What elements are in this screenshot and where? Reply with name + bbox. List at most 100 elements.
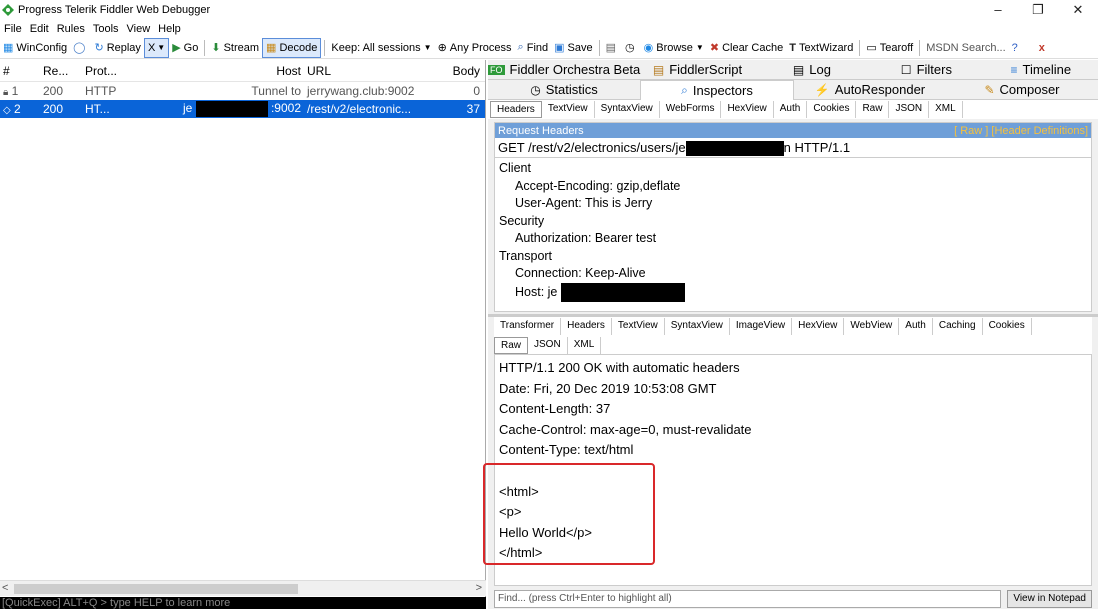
column-number[interactable]: # — [0, 64, 40, 78]
tab-autoresponder[interactable]: ⚡ AutoResponder — [794, 80, 946, 100]
resp-tab-cookies[interactable]: Cookies — [983, 318, 1032, 335]
any-process-button[interactable]: ⊕ Any Process — [435, 38, 515, 58]
decode-button[interactable]: ▦ Decode — [262, 37, 322, 58]
scrollbar-thumb[interactable] — [14, 584, 298, 594]
header-item[interactable]: Authorization: Bearer test — [499, 230, 1087, 248]
header-tree: Client Accept-Encoding: gzip,deflate Use… — [495, 158, 1091, 304]
req-tab-xml[interactable]: XML — [929, 101, 963, 118]
horizontal-scrollbar[interactable]: < > — [0, 580, 486, 596]
scroll-right-icon[interactable]: > — [476, 582, 482, 594]
req-tab-syntaxview[interactable]: SyntaxView — [595, 101, 660, 118]
session-body: 0 — [473, 84, 480, 98]
req-tab-textview[interactable]: TextView — [542, 101, 595, 118]
menu-bar: File Edit Rules Tools View Help — [0, 20, 1098, 37]
remove-sessions-button[interactable]: X ▼ — [143, 37, 170, 58]
session-row[interactable]: 🔒︎ 1 200 HTTP Tunnel to jerrywang.club:9… — [0, 82, 485, 100]
find-bar: Find... (press Ctrl+Enter to highlight a… — [494, 590, 1092, 608]
req-tab-webforms[interactable]: WebForms — [660, 101, 722, 118]
tab-statistics[interactable]: ◷ Statistics — [488, 80, 640, 100]
go-button[interactable]: ▶ Go — [169, 38, 201, 58]
timer-button[interactable]: ◷ — [622, 38, 641, 58]
resp-tab-caching[interactable]: Caching — [933, 318, 983, 335]
menu-rules[interactable]: Rules — [53, 23, 89, 35]
tab-label: Inspectors — [692, 83, 753, 98]
req-tab-headers[interactable]: Headers — [490, 101, 542, 118]
req-tab-hexview[interactable]: HexView — [721, 101, 774, 118]
menu-view[interactable]: View — [123, 23, 155, 35]
column-protocol[interactable]: Prot... — [82, 64, 130, 78]
header-group-client[interactable]: Client — [499, 160, 1087, 178]
tab-fiddlerscript[interactable]: ▤ FiddlerScript — [640, 60, 755, 80]
resp-tab-raw[interactable]: Raw — [494, 337, 529, 354]
req-tab-auth[interactable]: Auth — [774, 101, 808, 118]
view-in-notepad-button[interactable]: View in Notepad — [1007, 590, 1092, 608]
help-button[interactable]: ? — [1009, 38, 1024, 58]
column-host[interactable]: Host — [130, 64, 304, 78]
column-url[interactable]: URL — [304, 64, 441, 78]
menu-file[interactable]: File — [0, 23, 26, 35]
req-tab-json[interactable]: JSON — [889, 101, 930, 118]
tab-log[interactable]: ▤ Log — [754, 60, 870, 80]
keep-sessions-dropdown[interactable]: Keep: All sessions ▼ — [328, 38, 434, 58]
save-label: Save — [567, 41, 593, 54]
header-item-host[interactable]: Host: je — [499, 282, 1087, 302]
menu-tools[interactable]: Tools — [89, 23, 123, 35]
tab-composer[interactable]: ✎ Composer — [946, 80, 1098, 100]
menu-edit[interactable]: Edit — [26, 23, 53, 35]
close-toolbar-button[interactable]: x — [1036, 38, 1048, 58]
resp-tab-textview[interactable]: TextView — [612, 318, 665, 335]
menu-help[interactable]: Help — [154, 23, 185, 35]
screenshot-button[interactable]: ▤ — [603, 38, 622, 58]
stream-label: Stream — [223, 41, 260, 54]
resp-tab-syntaxview[interactable]: SyntaxView — [665, 318, 730, 335]
resp-tab-xml[interactable]: XML — [568, 337, 602, 354]
top-tabs-row-2: ◷ Statistics ⌕ Inspectors ⚡ AutoResponde… — [488, 80, 1098, 100]
resp-tab-hexview[interactable]: HexView — [792, 318, 845, 335]
tab-inspectors[interactable]: ⌕ Inspectors — [640, 80, 794, 100]
msdn-search-input[interactable]: MSDN Search... — [923, 38, 1008, 58]
composer-icon: ✎ — [984, 82, 995, 97]
resp-tab-headers[interactable]: Headers — [561, 318, 612, 335]
header-item[interactable]: Connection: Keep-Alive — [499, 265, 1087, 283]
save-button[interactable]: ▣ Save — [551, 38, 595, 58]
column-body[interactable]: Body — [441, 64, 483, 78]
session-url: jerrywang.club:9002 — [307, 84, 415, 98]
response-raw-view[interactable]: HTTP/1.1 200 OK with automatic headers D… — [483, 354, 1092, 586]
clear-cache-button[interactable]: ✖ Clear Cache — [707, 38, 786, 58]
restore-button[interactable]: ❐ — [1018, 0, 1058, 20]
tab-label: Composer — [999, 82, 1060, 97]
resp-tab-imageview[interactable]: ImageView — [730, 318, 793, 335]
script-icon: ▤ — [652, 62, 665, 77]
close-window-button[interactable]: ✕ — [1058, 0, 1098, 20]
browse-button[interactable]: ◉ Browse ▼ — [641, 38, 707, 58]
resp-tab-json[interactable]: JSON — [528, 337, 568, 354]
req-tab-cookies[interactable]: Cookies — [807, 101, 857, 118]
resp-tab-auth[interactable]: Auth — [899, 318, 933, 335]
scroll-left-icon[interactable]: < — [2, 582, 8, 594]
quickexec-input[interactable]: [QuickExec] ALT+Q > type HELP to learn m… — [0, 597, 486, 609]
header-group-transport[interactable]: Transport — [499, 248, 1087, 266]
winconfig-button[interactable]: ▦ WinConfig — [0, 38, 70, 58]
replay-button[interactable]: ↻ Replay — [91, 38, 143, 58]
header-item[interactable]: Accept-Encoding: gzip,deflate — [499, 178, 1087, 196]
tab-timeline[interactable]: ≡ Timeline — [983, 60, 1098, 80]
tab-filters[interactable]: ☐ Filters — [869, 60, 984, 80]
column-result[interactable]: Re... — [40, 64, 82, 78]
minimize-button[interactable]: – — [978, 0, 1018, 20]
header-item[interactable]: User-Agent: This is Jerry — [499, 195, 1087, 213]
session-row-selected[interactable]: ◇ 2 200 HT... je :9002 /rest/v2/electron… — [0, 100, 485, 118]
find-button[interactable]: ⌕ Find — [515, 38, 552, 58]
sessions-header: # Re... Prot... Host URL Body — [0, 60, 485, 82]
resp-tab-transformer[interactable]: Transformer — [494, 318, 562, 335]
comment-button[interactable]: ◯ — [70, 38, 91, 58]
req-tab-raw[interactable]: Raw — [856, 101, 890, 118]
resp-tab-webview[interactable]: WebView — [844, 318, 900, 335]
tab-label: Statistics — [545, 82, 598, 97]
find-input[interactable]: Find... (press Ctrl+Enter to highlight a… — [494, 590, 1002, 608]
textwizard-button[interactable]: T TextWizard — [786, 38, 856, 58]
header-group-security[interactable]: Security — [499, 213, 1087, 231]
tab-fiddler-orchestra[interactable]: FO Fiddler Orchestra Beta — [488, 60, 641, 80]
header-definitions-links[interactable]: [ Raw ] [Header Definitions] — [954, 125, 1088, 137]
stream-button[interactable]: ⬇ Stream — [208, 38, 262, 58]
tearoff-button[interactable]: ▭ Tearoff — [863, 38, 916, 58]
